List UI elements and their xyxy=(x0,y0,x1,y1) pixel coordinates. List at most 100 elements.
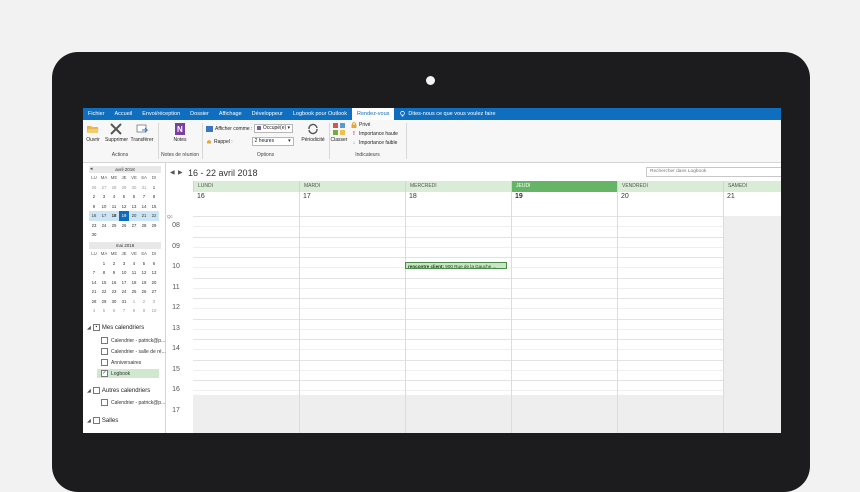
section-checkbox[interactable] xyxy=(92,387,100,394)
mini-calendar-day[interactable]: 1 xyxy=(99,259,109,269)
mini-calendar-day[interactable]: 28 xyxy=(89,297,99,307)
mini-calendar-day[interactable]: 11 xyxy=(109,202,119,212)
mini-calendar-day[interactable]: 12 xyxy=(139,268,149,278)
day-number[interactable]: 20 xyxy=(617,193,629,200)
tell-me-box[interactable]: Dites-nous ce que vous voulez faire xyxy=(400,111,496,117)
day-header[interactable]: LUNDI xyxy=(193,181,299,192)
mini-calendar-day[interactable]: 29 xyxy=(119,183,129,193)
mini-calendar-day[interactable]: 12 xyxy=(119,202,129,212)
mini-calendar-day[interactable]: 9 xyxy=(139,306,149,316)
mini-calendar-day[interactable]: 21 xyxy=(89,287,99,297)
mini-calendar-day[interactable]: 27 xyxy=(129,221,139,231)
tab-logbook[interactable]: Logbook pour Outlook xyxy=(288,108,352,120)
mini-calendar-day[interactable]: 3 xyxy=(149,297,159,307)
mini-calendar-day[interactable]: 9 xyxy=(89,202,99,212)
private-button[interactable]: Privé xyxy=(351,122,370,128)
day-header[interactable]: SAMEDI xyxy=(723,181,781,192)
calendar-checkbox[interactable] xyxy=(101,399,108,406)
mini-calendar-day[interactable]: 23 xyxy=(89,221,99,231)
mini-calendar-day[interactable]: 3 xyxy=(119,259,129,269)
mini-calendar-day[interactable]: 26 xyxy=(89,183,99,193)
tab-envoi-reception[interactable]: Envoi/réception xyxy=(137,108,185,120)
mini-calendar-day[interactable]: 16 xyxy=(109,278,119,288)
mini-calendar-day[interactable]: 18 xyxy=(109,211,119,221)
day-header[interactable]: MARDI xyxy=(299,181,405,192)
calendar-checkbox[interactable] xyxy=(101,337,108,344)
day-header[interactable]: MERCREDI xyxy=(405,181,511,192)
day-number[interactable]: 17 xyxy=(299,193,311,200)
tab-dossier[interactable]: Dossier xyxy=(185,108,214,120)
mini-calendar-day[interactable]: 5 xyxy=(99,306,109,316)
search-logbook-input[interactable]: Rechercher dans Logbook xyxy=(646,167,781,177)
tab-accueil[interactable]: Accueil xyxy=(110,108,138,120)
tab-developpeur[interactable]: Développeur xyxy=(247,108,288,120)
mini-calendar-day[interactable]: 10 xyxy=(149,306,159,316)
day-header[interactable]: JEUDI xyxy=(511,181,617,192)
next-week-arrow-icon[interactable]: ▶ xyxy=(178,169,183,176)
mini-calendar-day[interactable]: 13 xyxy=(149,268,159,278)
prev-week-arrow-icon[interactable]: ◀ xyxy=(170,169,175,176)
mini-calendar-day[interactable]: 13 xyxy=(129,202,139,212)
mini-calendar-day[interactable]: 23 xyxy=(109,287,119,297)
mini-calendar-day[interactable]: 10 xyxy=(119,268,129,278)
mini-calendar-day[interactable]: 7 xyxy=(89,268,99,278)
mini-calendar-day[interactable]: 24 xyxy=(99,221,109,231)
mini-calendar-day[interactable]: 27 xyxy=(149,287,159,297)
mini-calendar-day[interactable]: 6 xyxy=(149,259,159,269)
mini-calendar-day[interactable]: 8 xyxy=(149,192,159,202)
mini-calendar-day[interactable]: 9 xyxy=(109,268,119,278)
mini-calendar-day[interactable]: 5 xyxy=(119,192,129,202)
mini-calendar-day[interactable]: 11 xyxy=(129,268,139,278)
section-checkbox[interactable]: ▪ xyxy=(92,324,100,331)
mini-calendar-day[interactable]: 26 xyxy=(139,287,149,297)
mini-calendar-day[interactable]: 28 xyxy=(139,221,149,231)
mini-calendar-day[interactable]: 25 xyxy=(129,287,139,297)
delete-button[interactable]: Supprimer xyxy=(105,122,128,143)
day-header[interactable]: VENDREDI xyxy=(617,181,723,192)
mini-calendar-day[interactable]: 4 xyxy=(129,259,139,269)
low-importance-button[interactable]: ↓ Importance faible xyxy=(351,140,398,146)
mini-calendar-day[interactable]: 30 xyxy=(129,183,139,193)
calendar-checkbox-checked[interactable]: ✓ xyxy=(101,370,108,377)
mini-calendar-day[interactable]: 2 xyxy=(139,297,149,307)
mini-calendar-day[interactable]: 28 xyxy=(109,183,119,193)
mini-calendar-day[interactable]: 1 xyxy=(129,297,139,307)
open-button[interactable]: Ouvrir xyxy=(84,122,102,143)
day-number[interactable]: 18 xyxy=(405,193,417,200)
reminder-dropdown[interactable]: 2 heures ▾ xyxy=(251,137,294,146)
mini-calendar-day[interactable]: 6 xyxy=(109,306,119,316)
appointment-block[interactable]: rencontre client; 900 Rue de la Gauche .… xyxy=(405,262,507,270)
notes-button[interactable]: N Notes xyxy=(171,122,189,143)
other-calendars-header[interactable]: ◢ Autres calendriers xyxy=(87,387,150,394)
calendar-item-anniversaires[interactable]: Anniversaires xyxy=(101,359,141,366)
show-as-dropdown[interactable]: Occupé(e) ▾ xyxy=(254,124,294,133)
recurrence-button[interactable]: Périodicité xyxy=(299,122,327,143)
mini-calendar-day[interactable]: 4 xyxy=(89,306,99,316)
mini-calendar-day[interactable]: 4 xyxy=(109,192,119,202)
mini-calendar-day[interactable]: 2 xyxy=(89,192,99,202)
mini-calendar-day[interactable]: 31 xyxy=(119,297,129,307)
time-grid[interactable]: rencontre client; 900 Rue de la Gauche .… xyxy=(193,192,781,433)
mini-calendar-day[interactable]: 8 xyxy=(99,268,109,278)
mini-calendar-day[interactable]: 26 xyxy=(119,221,129,231)
rooms-header[interactable]: ◢ Salles xyxy=(87,417,118,424)
mini-calendar-day[interactable]: 22 xyxy=(149,211,159,221)
high-importance-button[interactable]: ! Importance haute xyxy=(351,131,398,137)
mini-calendar-day[interactable]: 30 xyxy=(109,297,119,307)
calendar-item-salle[interactable]: Calendrier - salle de ré... xyxy=(101,348,166,355)
tab-fichier[interactable]: Fichier xyxy=(83,108,110,120)
mini-calendar-day[interactable]: 6 xyxy=(129,192,139,202)
mini-calendar-day[interactable]: 16 xyxy=(89,211,99,221)
day-number[interactable]: 16 xyxy=(193,193,205,200)
calendar-item-patrick-other[interactable]: Calendrier - patrick@p... xyxy=(101,399,165,406)
mini-calendar-day[interactable]: 7 xyxy=(139,192,149,202)
mini-calendar-day[interactable]: 19 xyxy=(139,278,149,288)
forward-button[interactable]: Transférer xyxy=(130,122,154,143)
prev-month-arrow-icon[interactable]: ◂ xyxy=(90,166,93,173)
mini-calendar-day[interactable]: 14 xyxy=(139,202,149,212)
mini-calendar-day[interactable]: 10 xyxy=(99,202,109,212)
mini-calendar-day[interactable]: 8 xyxy=(129,306,139,316)
mini-calendar-day[interactable]: 1 xyxy=(149,183,159,193)
categorize-button[interactable]: Classer xyxy=(330,122,348,143)
mini-calendar-day[interactable]: 20 xyxy=(129,211,139,221)
